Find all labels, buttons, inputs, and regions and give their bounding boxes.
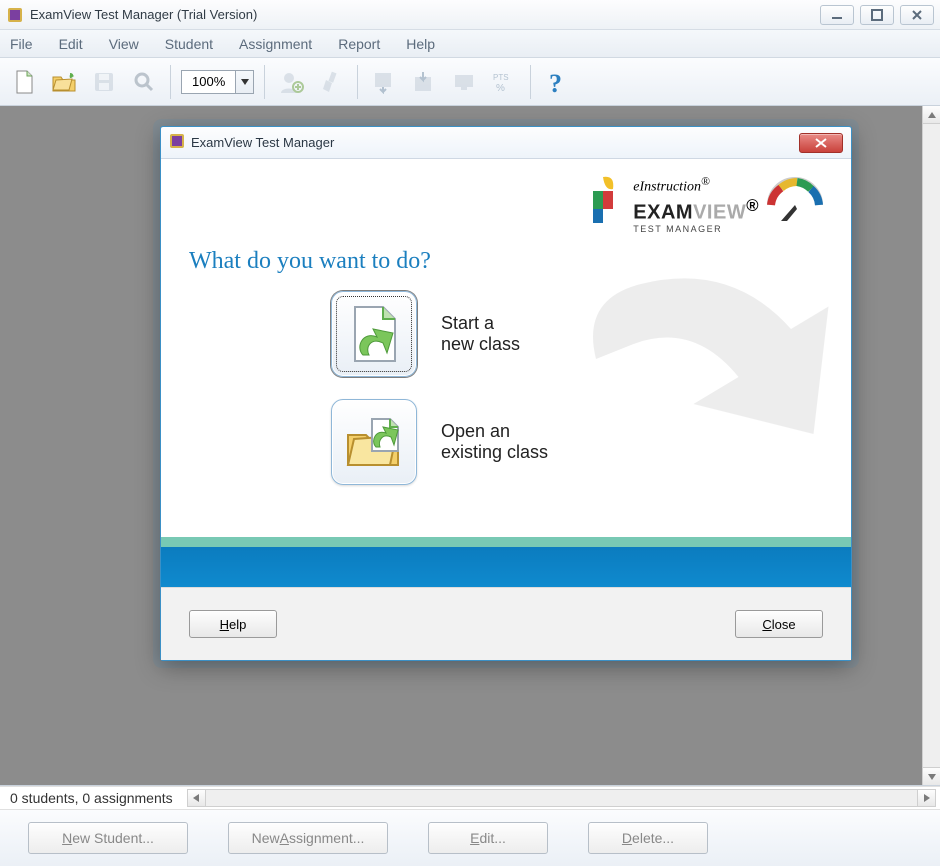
new-student-button[interactable]: New Student...: [28, 822, 188, 854]
window-titlebar: ExamView Test Manager (Trial Version): [0, 0, 940, 30]
brand-view: VIEW: [693, 201, 746, 223]
toolbar-separator: [264, 65, 265, 99]
maximize-button[interactable]: [860, 5, 894, 25]
search-button[interactable]: [128, 66, 160, 98]
brand-exam: EXAM: [633, 201, 693, 223]
dialog-help-button[interactable]: Help: [189, 610, 277, 638]
toolbar-separator: [530, 65, 531, 99]
opt-text: Open an: [441, 421, 621, 443]
btn-pre: New: [252, 830, 280, 846]
brand-einstruction: eInstruction: [633, 180, 701, 195]
menu-edit[interactable]: Edit: [55, 34, 87, 54]
minimize-button[interactable]: [820, 5, 854, 25]
welcome-dialog: ExamView Test Manager eI: [160, 126, 852, 661]
menu-report[interactable]: Report: [334, 34, 384, 54]
svg-text:?: ?: [549, 69, 562, 96]
toolbar-separator: [357, 65, 358, 99]
menu-student[interactable]: Student: [161, 34, 217, 54]
dialog-prompt: What do you want to do?: [161, 234, 851, 285]
menu-view[interactable]: View: [105, 34, 143, 54]
export-button[interactable]: [368, 66, 400, 98]
brand-blocks-icon: [585, 175, 625, 230]
zoom-dropdown-icon: [235, 71, 253, 93]
btn-u: H: [220, 617, 229, 632]
brand-wheel-icon: [767, 175, 823, 226]
window-controls: [820, 5, 934, 25]
svg-text:%: %: [496, 83, 505, 93]
import-button[interactable]: [408, 66, 440, 98]
pts-button[interactable]: PTS%: [488, 66, 520, 98]
btn-u: D: [622, 830, 632, 846]
dialog-title: ExamView Test Manager: [191, 135, 799, 150]
scroll-down-icon[interactable]: [923, 767, 940, 785]
add-student-button[interactable]: [275, 66, 307, 98]
new-file-button[interactable]: [8, 66, 40, 98]
workarea: ExamView Test Manager eI: [0, 106, 940, 786]
dialog-close-button-footer[interactable]: Close: [735, 610, 823, 638]
dialog-app-icon: [169, 133, 185, 152]
delete-button[interactable]: Delete...: [588, 822, 708, 854]
scroll-right-icon[interactable]: [917, 790, 935, 806]
bottom-button-bar: New Student... New Assignment... Edit...…: [0, 810, 940, 866]
brand-reg: ®: [701, 175, 710, 188]
status-text: 0 students, 0 assignments: [0, 790, 183, 806]
brand-area: eInstruction® EXAMVIEW® TEST MANAGER: [161, 159, 851, 234]
dialog-options: Start a new class: [161, 285, 851, 537]
brand-text: eInstruction® EXAMVIEW® TEST MANAGER: [633, 175, 759, 234]
zoom-select[interactable]: 100%: [181, 70, 254, 94]
close-button[interactable]: [900, 5, 934, 25]
btn-rest: ssignment...: [289, 830, 364, 846]
dialog-wave-decoration: [161, 537, 851, 587]
dialog-close-button[interactable]: [799, 133, 843, 153]
edit-button[interactable]: Edit...: [428, 822, 548, 854]
new-assignment-button[interactable]: New Assignment...: [228, 822, 388, 854]
btn-rest: lose: [772, 617, 796, 632]
btn-rest: ew Student...: [72, 830, 154, 846]
save-button[interactable]: [88, 66, 120, 98]
dialog-titlebar: ExamView Test Manager: [161, 127, 851, 159]
help-button[interactable]: ?: [541, 66, 573, 98]
vertical-scrollbar[interactable]: [922, 106, 940, 785]
btn-u: N: [62, 830, 72, 846]
start-new-class-icon: [331, 291, 417, 377]
btn-u: C: [762, 617, 771, 632]
status-bar: 0 students, 0 assignments: [0, 786, 940, 810]
open-file-button[interactable]: [48, 66, 80, 98]
btn-u: E: [470, 830, 479, 846]
edit-tool-button[interactable]: [315, 66, 347, 98]
sync-button[interactable]: [448, 66, 480, 98]
open-existing-class-option[interactable]: Open an existing class: [331, 399, 851, 485]
menu-assignment[interactable]: Assignment: [235, 34, 316, 54]
btn-rest: elete...: [632, 830, 674, 846]
horizontal-scrollbar[interactable]: [187, 789, 936, 807]
menu-file[interactable]: File: [6, 34, 37, 54]
btn-rest: dit...: [479, 830, 505, 846]
window-title: ExamView Test Manager (Trial Version): [30, 7, 820, 22]
open-existing-class-icon: [331, 399, 417, 485]
brand-reg2: ®: [746, 196, 759, 215]
start-new-class-label: Start a new class: [441, 313, 621, 356]
btn-rest: elp: [229, 617, 246, 632]
dialog-body: eInstruction® EXAMVIEW® TEST MANAGER Wh: [161, 159, 851, 587]
app-icon: [6, 6, 24, 24]
svg-text:PTS: PTS: [493, 73, 509, 82]
menu-help[interactable]: Help: [402, 34, 439, 54]
dialog-footer: Help Close: [161, 587, 851, 660]
btn-u: A: [280, 830, 289, 846]
scroll-left-icon[interactable]: [188, 790, 206, 806]
brand-sub: TEST MANAGER: [633, 224, 759, 234]
open-existing-class-label: Open an existing class: [441, 421, 621, 464]
zoom-value: 100%: [182, 74, 235, 89]
toolbar: 100% PTS% ?: [0, 58, 940, 106]
opt-text: new class: [441, 334, 621, 356]
opt-text: Start a: [441, 313, 621, 335]
start-new-class-option[interactable]: Start a new class: [331, 291, 851, 377]
toolbar-separator: [170, 65, 171, 99]
menubar: File Edit View Student Assignment Report…: [0, 30, 940, 58]
scroll-up-icon[interactable]: [923, 106, 940, 124]
opt-text: existing class: [441, 442, 621, 464]
